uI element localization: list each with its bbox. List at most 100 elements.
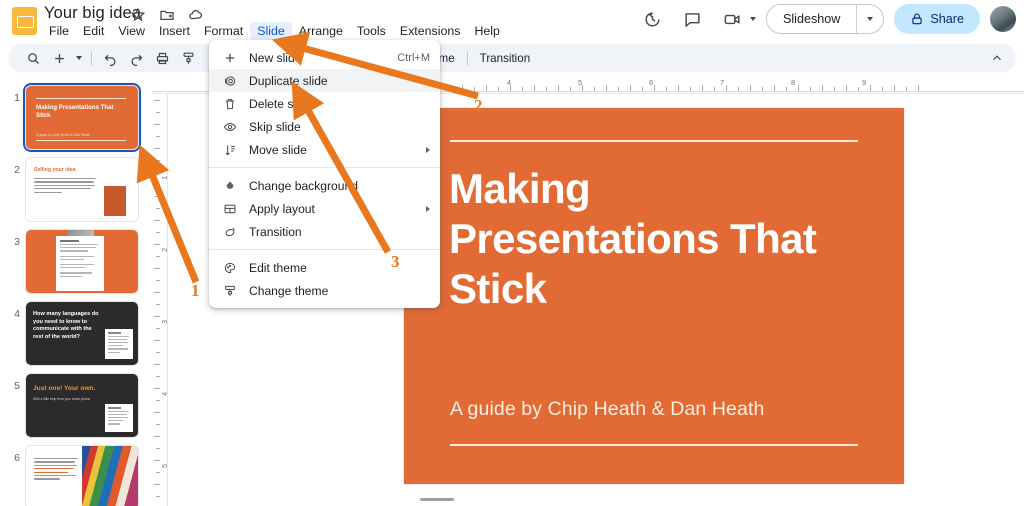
menu-item-delete-slide[interactable]: Delete slide bbox=[209, 92, 440, 115]
menu-edit[interactable]: Edit bbox=[76, 22, 111, 40]
thumb-title: Just one! Your own. bbox=[33, 384, 127, 393]
google-slides-window: Your big idea File Edit View Insert Form… bbox=[0, 0, 1024, 506]
slide-top-rule bbox=[450, 140, 858, 142]
document-title[interactable]: Your big idea bbox=[44, 4, 141, 23]
slide-menu-dropdown[interactable]: New slide Ctrl+M Duplicate slide Delete … bbox=[209, 40, 440, 308]
menu-bar: File Edit View Insert Format Slide Arran… bbox=[42, 22, 507, 40]
menu-item-label: Duplicate slide bbox=[249, 74, 328, 88]
thumb-document-image bbox=[105, 404, 133, 432]
thumb-book-image bbox=[104, 186, 126, 216]
new-slide-plus-icon[interactable] bbox=[46, 45, 72, 71]
menu-view[interactable]: View bbox=[111, 22, 152, 40]
top-bar: Your big idea File Edit View Insert Form… bbox=[0, 0, 1024, 42]
thumb-flags-image bbox=[82, 446, 138, 506]
version-history-icon[interactable] bbox=[638, 4, 668, 34]
menu-extensions[interactable]: Extensions bbox=[393, 22, 468, 40]
palette-icon bbox=[221, 259, 238, 276]
cloud-saved-icon[interactable] bbox=[188, 7, 204, 23]
vertical-ruler[interactable]: 1 2 3 4 bbox=[152, 94, 168, 506]
comment-icon[interactable] bbox=[678, 4, 708, 34]
menu-format[interactable]: Format bbox=[197, 22, 250, 40]
menu-item-new-slide[interactable]: New slide Ctrl+M bbox=[209, 46, 440, 69]
transition-button[interactable]: Transition bbox=[473, 52, 537, 65]
star-icon[interactable] bbox=[130, 7, 146, 23]
undo-icon[interactable] bbox=[97, 45, 123, 71]
thumb-document-image bbox=[56, 236, 104, 291]
menu-item-skip-slide[interactable]: Skip slide bbox=[209, 115, 440, 138]
ruler-tick-label: 1 bbox=[160, 176, 168, 180]
menu-help[interactable]: Help bbox=[467, 22, 506, 40]
meet-control[interactable] bbox=[718, 4, 756, 34]
current-slide[interactable]: Making Presentations That Stick A guide … bbox=[404, 108, 904, 484]
menu-item-label: Change background bbox=[249, 179, 358, 193]
thumb-subtitle: With a little help from your smart phone bbox=[33, 397, 123, 401]
thumb-body-lines bbox=[34, 458, 78, 482]
slide-thumbnail[interactable] bbox=[26, 446, 138, 506]
thumb-title: How many languages do you need to know t… bbox=[33, 311, 101, 341]
menu-item-edit-theme[interactable]: Edit theme bbox=[209, 256, 440, 279]
slide-thumbnail[interactable] bbox=[26, 230, 138, 293]
user-avatar[interactable] bbox=[990, 6, 1016, 32]
print-icon[interactable] bbox=[149, 45, 175, 71]
menu-item-move-slide[interactable]: Move slide bbox=[209, 138, 440, 161]
menu-item-label: Change theme bbox=[249, 284, 328, 298]
slide-thumbnail[interactable]: Making Presentations That Stick A guide … bbox=[26, 86, 138, 149]
thumb-body-lines bbox=[34, 178, 96, 195]
filmstrip-slide-2[interactable]: 2 Selling your idea bbox=[0, 158, 152, 224]
thumb-content: Selling your idea bbox=[26, 158, 138, 221]
search-icon[interactable] bbox=[20, 45, 46, 71]
filmstrip-slide-3[interactable]: 3 bbox=[0, 230, 152, 296]
annotation-number-2: 2 bbox=[474, 96, 483, 116]
annotation-number-3: 3 bbox=[391, 252, 400, 272]
paint-format-icon[interactable] bbox=[175, 45, 201, 71]
slide-thumbnail[interactable]: Selling your idea bbox=[26, 158, 138, 221]
ruler-tick-label: 7 bbox=[720, 78, 724, 87]
transition-icon bbox=[221, 223, 238, 240]
slide-thumbnail[interactable]: How many languages do you need to know t… bbox=[26, 302, 138, 365]
speaker-notes-resize-handle[interactable] bbox=[420, 498, 454, 501]
thumb-title: Selling your idea bbox=[34, 167, 76, 173]
move-to-folder-icon[interactable] bbox=[159, 7, 175, 23]
slide-thumbnail[interactable]: Just one! Your own. With a little help f… bbox=[26, 374, 138, 437]
eye-icon bbox=[221, 118, 238, 135]
redo-icon[interactable] bbox=[123, 45, 149, 71]
menu-item-change-theme[interactable]: Change theme bbox=[209, 279, 440, 302]
share-button[interactable]: Share bbox=[894, 4, 980, 34]
slideshow-options-caret-icon[interactable] bbox=[857, 4, 883, 34]
ruler-tick-label: 5 bbox=[160, 464, 168, 468]
menu-item-transition[interactable]: Transition bbox=[209, 220, 440, 243]
filmstrip-slide-4[interactable]: 4 How many languages do you need to know… bbox=[0, 302, 152, 368]
menu-slide[interactable]: Slide bbox=[250, 22, 292, 40]
menu-tools[interactable]: Tools bbox=[350, 22, 393, 40]
slideshow-button[interactable]: Slideshow bbox=[766, 4, 884, 34]
filmstrip-slide-5[interactable]: 5 Just one! Your own. With a little help… bbox=[0, 374, 152, 440]
ruler-tick-label: 6 bbox=[649, 78, 653, 87]
layout-icon bbox=[221, 200, 238, 217]
ruler-tick-label: 2 bbox=[160, 248, 168, 252]
ruler-tick-label: 4 bbox=[160, 392, 168, 396]
lock-icon bbox=[910, 12, 924, 26]
slide-title[interactable]: Making Presentations That Stick bbox=[449, 164, 869, 314]
ruler-tick-label: 9 bbox=[862, 78, 866, 87]
thumb-content: Making Presentations That Stick A guide … bbox=[26, 86, 138, 149]
menu-item-duplicate-slide[interactable]: Duplicate slide bbox=[209, 69, 440, 92]
filmstrip-slide-1[interactable]: 1 Making Presentations That Stick A guid… bbox=[0, 86, 152, 152]
menu-item-apply-layout[interactable]: Apply layout bbox=[209, 197, 440, 220]
menu-item-label: Delete slide bbox=[249, 97, 312, 111]
menu-item-shortcut: Ctrl+M bbox=[397, 52, 430, 64]
new-slide-caret-icon[interactable] bbox=[72, 45, 86, 71]
filmstrip-slide-6[interactable]: 6 bbox=[0, 446, 152, 506]
menu-item-change-background[interactable]: Change background bbox=[209, 174, 440, 197]
annotation-number-1: 1 bbox=[191, 281, 200, 301]
background-icon bbox=[221, 177, 238, 194]
menu-insert[interactable]: Insert bbox=[152, 22, 197, 40]
menu-file[interactable]: File bbox=[42, 22, 76, 40]
menu-arrange[interactable]: Arrange bbox=[292, 22, 350, 40]
slide-subtitle[interactable]: A guide by Chip Heath & Dan Heath bbox=[450, 398, 870, 421]
chevron-down-icon[interactable] bbox=[750, 17, 756, 21]
slide-filmstrip[interactable]: 1 Making Presentations That Stick A guid… bbox=[0, 78, 152, 506]
video-camera-icon[interactable] bbox=[718, 4, 748, 34]
chevron-down-icon bbox=[76, 56, 82, 60]
collapse-toolbar-chevron-up-icon[interactable] bbox=[990, 51, 1004, 65]
ruler-tick-label: 3 bbox=[160, 320, 168, 324]
